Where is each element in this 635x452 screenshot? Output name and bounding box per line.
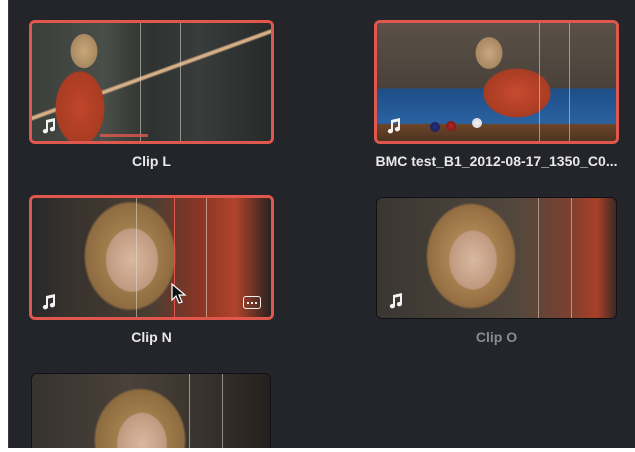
frame-divider [180,23,181,141]
frame-divider [571,198,572,318]
frame-divider [206,198,207,317]
clip-image [377,198,616,318]
clip-thumbnail[interactable] [374,20,619,144]
clip-thumbnail[interactable] [31,373,271,448]
clip-image [377,23,616,141]
scrub-indicator [100,134,148,137]
music-note-icon [42,294,56,310]
mouse-cursor-icon [171,283,187,304]
clip-label: Clip N [131,329,172,345]
clip-thumbnail[interactable] [376,197,617,319]
frame-divider [136,198,137,317]
clip-label: Clip L [132,153,171,169]
clip-thumbnail[interactable] [29,20,274,144]
clip-label: BMC test_B1_2012-08-17_1350_C0... [375,153,618,169]
frame-divider [140,23,141,141]
clip-thumbnail[interactable] [29,195,274,320]
clip-image [32,23,271,141]
music-note-icon [387,118,401,134]
music-note-icon [42,118,56,134]
media-pool-panel: Clip L BMC test_B1_2012-08-17_1350_C0... [8,0,635,448]
frame-divider [189,374,190,448]
frame-divider [222,374,223,448]
more-options-icon[interactable] [243,296,261,309]
frame-divider [539,23,540,141]
frame-divider [538,198,539,318]
clip-label: Clip O [475,329,518,345]
clip-image [32,374,270,448]
music-note-icon [389,293,403,309]
clip-image [32,198,271,317]
frame-divider [569,23,570,141]
